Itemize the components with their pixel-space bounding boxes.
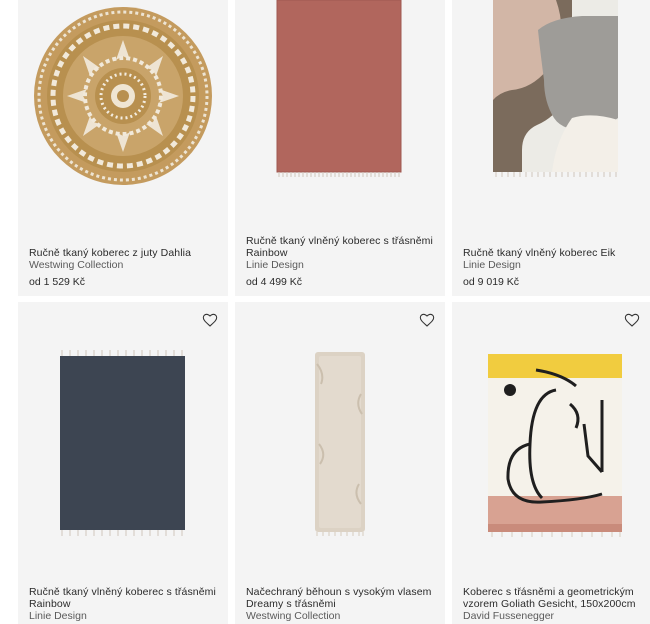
product-card-dahlia[interactable]: Ručně tkaný koberec z juty Dahlia Westwi…: [18, 0, 228, 296]
product-brand: Linie Design: [463, 259, 521, 271]
product-card-rainbow-terracotta[interactable]: Ručně tkaný vlněný koberec s třásněmi Ra…: [235, 0, 445, 296]
product-image-round-jute-rug[interactable]: [18, 0, 228, 226]
product-image-goliath-face-rug[interactable]: [452, 304, 650, 574]
product-image-beige-runner[interactable]: [235, 304, 445, 574]
product-info: Načechraný běhoun s vysokým vlasem Dream…: [246, 586, 437, 622]
product-image-terracotta-rug[interactable]: [235, 0, 445, 226]
product-info: Ručně tkaný vlněný koberec s třásněmi Ra…: [246, 235, 437, 288]
product-info: Koberec s třásněmi a geometrickým vzorem…: [463, 586, 642, 622]
product-title[interactable]: Ručně tkaný vlněný koberec s třásněmi Ra…: [29, 586, 220, 610]
product-grid: Ručně tkaný koberec z juty Dahlia Westwi…: [0, 0, 650, 624]
product-card-rainbow-navy[interactable]: Ručně tkaný vlněný koberec s třásněmi Ra…: [18, 302, 228, 624]
product-title[interactable]: Ručně tkaný koberec z juty Dahlia: [29, 247, 220, 259]
product-card-eik[interactable]: Ručně tkaný vlněný koberec Eik Linie Des…: [452, 0, 650, 296]
product-brand: Linie Design: [246, 259, 304, 271]
product-info: Ručně tkaný vlněný koberec s třásněmi Ra…: [29, 586, 220, 622]
product-price: od 9 019 Kč: [463, 276, 520, 288]
product-card-dreamy-runner[interactable]: Načechraný běhoun s vysokým vlasem Dream…: [235, 302, 445, 624]
product-info: Ručně tkaný vlněný koberec Eik Linie Des…: [463, 247, 642, 288]
product-image-navy-rug[interactable]: [18, 304, 228, 574]
product-brand: Linie Design: [29, 610, 87, 622]
product-price: od 1 529 Kč: [29, 276, 86, 288]
product-info: Ručně tkaný koberec z juty Dahlia Westwi…: [29, 247, 220, 288]
product-title[interactable]: Ručně tkaný vlněný koberec s třásněmi Ra…: [246, 235, 437, 259]
product-brand: Westwing Collection: [29, 259, 124, 271]
product-brand: Westwing Collection: [246, 610, 341, 622]
product-image-abstract-wool-rug[interactable]: [452, 0, 650, 226]
product-price: od 4 499 Kč: [246, 276, 303, 288]
product-brand: David Fussenegger: [463, 610, 555, 622]
product-card-goliath-gesicht[interactable]: Koberec s třásněmi a geometrickým vzorem…: [452, 302, 650, 624]
product-title[interactable]: Ručně tkaný vlněný koberec Eik: [463, 247, 642, 259]
product-title[interactable]: Koberec s třásněmi a geometrickým vzorem…: [463, 586, 642, 610]
product-title[interactable]: Načechraný běhoun s vysokým vlasem Dream…: [246, 586, 437, 610]
